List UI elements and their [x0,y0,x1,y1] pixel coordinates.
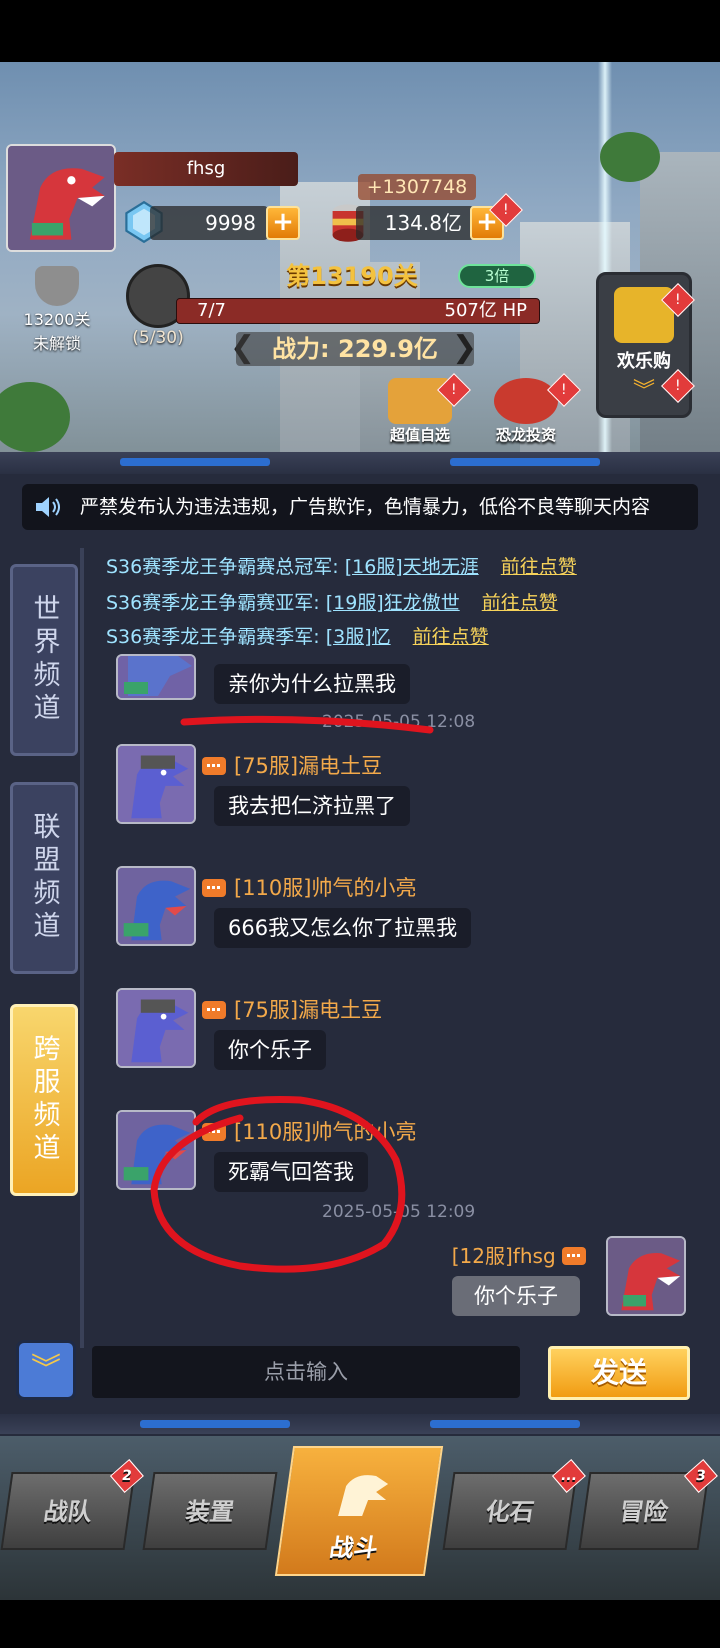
tab-cross-server-channel[interactable]: 跨服频道 [10,1004,78,1196]
message-text: 我去把仁济拉黑了 [214,786,410,826]
chat-bubble-icon [202,1001,226,1019]
like-link[interactable]: 前往点赞 [482,592,558,614]
chat-bubble-icon [202,879,226,897]
combat-power: 战力: 229.9亿 [236,332,474,366]
announcement-player-link[interactable]: [16服]天地无涯 [345,556,479,578]
announcement-runner-up: S36赛季龙王争霸赛亚军: [19服]狂龙傲世 前往点赞 [106,588,558,615]
scroll-to-bottom-button[interactable]: ︾ [16,1340,76,1400]
blue-dino-avatar-icon [118,868,194,944]
self-sender: [12服]fhsg [452,1240,594,1269]
hp-value: 507亿 HP [444,300,527,321]
message-time: 2025-05-05 12:08 [322,712,476,732]
message-sender[interactable]: [110服]帅气的小亮 [202,872,416,902]
self-message-text: 你个乐子 [452,1276,580,1316]
message-sender[interactable]: [75服]漏电土豆 [202,750,382,780]
message-avatar[interactable] [116,744,196,824]
speed-multiplier-button[interactable]: 3倍 [458,264,536,288]
dino-rank-label: 恐龙投资 [495,426,556,444]
locked-stage-label: 未解锁 [32,334,81,353]
tab-alliance-channel[interactable]: 联盟频道 [10,782,78,974]
nav-badge: ... [551,1459,586,1493]
chat-bubble-icon [202,757,226,775]
announcement-player-link[interactable]: [19服]狂龙傲世 [326,592,460,614]
locked-stage[interactable]: 13200关 未解锁 [14,266,100,353]
send-button[interactable]: 发送 [548,1346,690,1400]
message-sender[interactable]: [110服]帅气的小亮 [202,1116,416,1146]
red-dino-avatar-icon [9,146,113,250]
tree [0,382,70,452]
like-link[interactable]: 前往点赞 [501,556,577,578]
status-bar-area [0,0,720,62]
message-avatar[interactable] [116,654,196,700]
lock-shield-icon [35,266,79,306]
locked-stage-number: 13200关 [23,310,91,329]
like-link[interactable]: 前往点赞 [413,626,489,648]
message-time: 2025-05-05 12:09 [322,1202,476,1222]
nav-fossil[interactable]: 化石 ... [442,1459,586,1550]
announcement-prefix: S36赛季龙王争霸赛季军: [106,626,320,648]
chat-input[interactable]: 点击输入 [92,1346,520,1398]
gem-count: 9998 [150,206,268,240]
chat-panel-bottom-border [0,1414,720,1434]
message-text: 666我又怎么你了拉黑我 [214,908,472,948]
super-value-label: 超值自选 [389,426,450,444]
happy-buy-label: 欢乐购 [617,351,671,372]
message-avatar[interactable] [116,988,196,1068]
gold-count: 134.8亿 [356,206,474,240]
hp-progress: 7/7 [197,300,226,321]
nav-team[interactable]: 战队 2 [0,1459,144,1550]
nav-adventure[interactable]: 冒险 3 [578,1459,718,1550]
chat-bubble-icon [202,1123,226,1141]
bottom-navigation: 战队 2 装置 战斗 化石 ... 冒险 3 [0,1436,720,1600]
speaker-icon [36,497,60,517]
purple-dino-avatar-icon [118,746,194,822]
message-text: 死霸气回答我 [214,1152,368,1192]
chat-notice-bar: 严禁发布认为违法违规，广告欺诈，色情暴力，低俗不良等聊天内容 [22,484,698,530]
message-text: 你个乐子 [214,1030,326,1070]
purple-dino-avatar-icon [118,990,194,1066]
gold-gain: +1307748 [358,174,476,200]
nav-battle[interactable]: 战斗 [274,1446,444,1576]
self-avatar[interactable] [606,1236,686,1316]
announcement-third: S36赛季龙王争霸赛季军: [3服]忆 前往点赞 [106,622,489,649]
boss-count: (5/30) [132,328,184,348]
player-name: fhsg [114,152,298,186]
purple-dino-avatar-icon [118,656,194,698]
announcement-prefix: S36赛季龙王争霸赛总冠军: [106,556,339,578]
tab-world-channel[interactable]: 世界频道 [10,564,78,756]
nav-badge: 2 [109,1459,144,1493]
chat-bubble-icon [562,1247,586,1265]
message-avatar[interactable] [116,866,196,946]
player-avatar[interactable] [6,144,116,252]
channel-divider [80,548,84,1348]
dino-badge-icon [494,378,558,424]
blue-dino-avatar-icon [118,1112,194,1188]
announcement-player-link[interactable]: [3服]忆 [326,626,391,648]
chevron-right-icon: ❯ [452,330,478,365]
notice-text: 严禁发布认为违法违规，广告欺诈，色情暴力，低俗不良等聊天内容 [80,496,651,518]
hp-bar: 7/7 507亿 HP [176,298,540,324]
chat-panel-top-border [0,452,720,474]
announcement-prefix: S36赛季龙王争霸赛亚军: [106,592,320,614]
nav-badge: 3 [683,1459,718,1493]
dino-head-icon [338,1475,389,1516]
announcement-champion: S36赛季龙王争霸赛总冠军: [16服]天地无涯 前往点赞 [106,552,577,579]
stage-title: 第13190关 [286,262,418,290]
add-gems-button[interactable]: + [266,206,300,240]
message-text: 亲你为什么拉黑我 [214,664,410,704]
message-sender[interactable]: [75服]漏电土豆 [202,994,382,1024]
tree [600,132,660,182]
message-avatar[interactable] [116,1110,196,1190]
red-dino-avatar-icon [608,1238,684,1314]
nav-device[interactable]: 装置 [142,1472,278,1550]
